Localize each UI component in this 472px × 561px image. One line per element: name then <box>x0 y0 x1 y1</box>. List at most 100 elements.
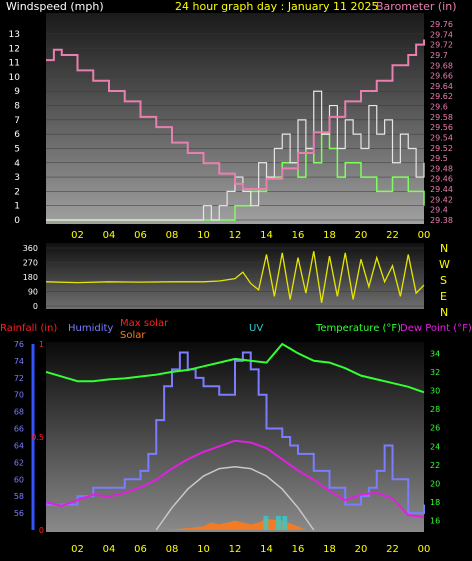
wind-y-tick: 13 <box>9 30 20 40</box>
temp-y-tick: 34 <box>430 349 440 358</box>
compass-s: S <box>440 274 447 287</box>
wind-y-tick: 4 <box>14 159 20 169</box>
compass-w: W <box>439 258 450 271</box>
wind-y-tick: 11 <box>9 59 20 69</box>
wind-y-tick: 2 <box>14 187 20 197</box>
climate-x-tick: 02 <box>71 544 84 555</box>
wind-x-tick: 20 <box>355 230 368 241</box>
humidity-y-tick: 66 <box>14 425 24 434</box>
climate-x-tick: 10 <box>197 544 210 555</box>
wind-y-tick: 8 <box>14 102 20 112</box>
direction-panel-bg <box>46 243 424 309</box>
weather-graph-svg: 01234567891011121329.3829.429.4229.4429.… <box>0 0 472 555</box>
wind-y-tick: 12 <box>9 44 20 54</box>
baro-y-tick: 29.5 <box>430 154 448 163</box>
humidity-y-tick: 68 <box>14 408 24 417</box>
climate-x-tick: 08 <box>166 544 179 555</box>
weather-graph-page: 0 1 2 3 4 5 6 7 8 9 10 11 12 13 29.38 29.4 29.42 29.44 29.… <box>0 0 472 561</box>
baro-y-tick: 29.76 <box>430 20 453 29</box>
baro-y-tick: 29.66 <box>430 72 453 81</box>
windspeed-label: Windspeed (mph) <box>6 0 104 13</box>
baro-y-tick: 29.72 <box>430 41 453 50</box>
wind-x-tick: 22 <box>386 230 399 241</box>
uv-bar <box>263 516 269 530</box>
uv-label: UV <box>249 323 263 334</box>
baro-y-tick: 29.58 <box>430 113 453 122</box>
barometer-label: Barometer (in) <box>376 0 457 13</box>
temp-y-tick: 16 <box>430 517 440 526</box>
wind-x-tick: 12 <box>229 230 242 241</box>
wind-y-tick: 10 <box>9 73 21 83</box>
wind-x-tick: 00 <box>418 230 431 241</box>
humidity-y-tick: 70 <box>14 391 24 400</box>
wind-y-tick: 9 <box>14 87 20 97</box>
humidity-y-tick: 64 <box>14 441 24 450</box>
wind-x-tick: 06 <box>134 230 147 241</box>
humidity-y-tick: 60 <box>14 475 24 484</box>
uv-bar <box>282 516 288 530</box>
climate-x-tick: 06 <box>134 544 147 555</box>
wind-y-tick: 0 <box>14 216 20 226</box>
baro-y-tick: 29.44 <box>430 185 453 194</box>
temp-y-tick: 24 <box>430 442 440 451</box>
climate-x-tick: 20 <box>355 544 368 555</box>
compass-n-top: N <box>440 242 448 255</box>
climate-x-tick: 00 <box>418 544 431 555</box>
baro-y-tick: 29.46 <box>430 175 453 184</box>
temp-y-tick: 30 <box>430 387 440 396</box>
temp-y-tick: 22 <box>430 461 440 470</box>
rainfall-y-tick: 0 <box>39 526 44 535</box>
baro-y-tick: 29.74 <box>430 30 453 39</box>
direction-y-tick: 90 <box>28 288 38 297</box>
temp-y-tick: 18 <box>430 498 440 507</box>
direction-y-tick: 180 <box>23 273 38 282</box>
wind-x-tick: 02 <box>71 230 84 241</box>
humidity-label: Humidity <box>68 323 113 334</box>
temp-y-tick: 20 <box>430 480 440 489</box>
wind-y-tick: 5 <box>14 144 20 154</box>
wind-x-tick: 08 <box>166 230 179 241</box>
baro-y-tick: 29.38 <box>430 216 453 225</box>
rainfall-label: Rainfall (in) <box>0 323 57 334</box>
temp-y-tick: 26 <box>430 424 440 433</box>
baro-y-tick: 29.48 <box>430 164 453 173</box>
climate-x-tick: 22 <box>386 544 399 555</box>
compass-e: E <box>440 290 447 303</box>
dewpoint-label: Dew Point (°F) <box>400 323 472 334</box>
humidity-y-tick: 76 <box>14 340 24 349</box>
humidity-y-tick: 74 <box>14 357 24 366</box>
uv-bar <box>275 516 281 530</box>
baro-y-tick: 29.4 <box>430 206 448 215</box>
baro-y-tick: 29.56 <box>430 123 453 132</box>
wind-x-tick: 14 <box>260 230 273 241</box>
humidity-y-tick: 62 <box>14 458 24 467</box>
humidity-y-tick: 58 <box>14 492 24 501</box>
wind-x-tick: 04 <box>103 230 116 241</box>
baro-y-tick: 29.64 <box>430 82 453 91</box>
solar-label: Solar <box>120 330 146 341</box>
wind-y-tick: 3 <box>14 173 20 183</box>
baro-y-tick: 29.54 <box>430 133 453 142</box>
temp-y-tick: 28 <box>430 405 440 414</box>
climate-x-tick: 12 <box>229 544 242 555</box>
wind-x-tick: 10 <box>197 230 210 241</box>
baro-y-tick: 29.62 <box>430 92 453 101</box>
baro-y-tick: 29.6 <box>430 103 448 112</box>
direction-y-tick: 270 <box>23 259 38 268</box>
wind-panel-bg <box>46 13 424 224</box>
wind-y-tick: 1 <box>14 202 20 212</box>
wind-y-tick: 7 <box>14 116 20 126</box>
maxsolar-label: Max solar <box>120 318 169 329</box>
wind-x-tick: 16 <box>292 230 305 241</box>
temp-y-tick: 32 <box>430 368 440 377</box>
humidity-y-tick: 72 <box>14 374 24 383</box>
wind-y-tick: 6 <box>14 130 20 140</box>
climate-x-tick: 18 <box>323 544 336 555</box>
humidity-y-tick: 56 <box>14 509 24 518</box>
direction-y-tick: 0 <box>33 302 38 311</box>
climate-x-tick: 16 <box>292 544 305 555</box>
climate-x-tick: 04 <box>103 544 116 555</box>
baro-y-tick: 29.42 <box>430 195 453 204</box>
wind-x-tick: 18 <box>323 230 336 241</box>
baro-y-tick: 29.52 <box>430 144 453 153</box>
